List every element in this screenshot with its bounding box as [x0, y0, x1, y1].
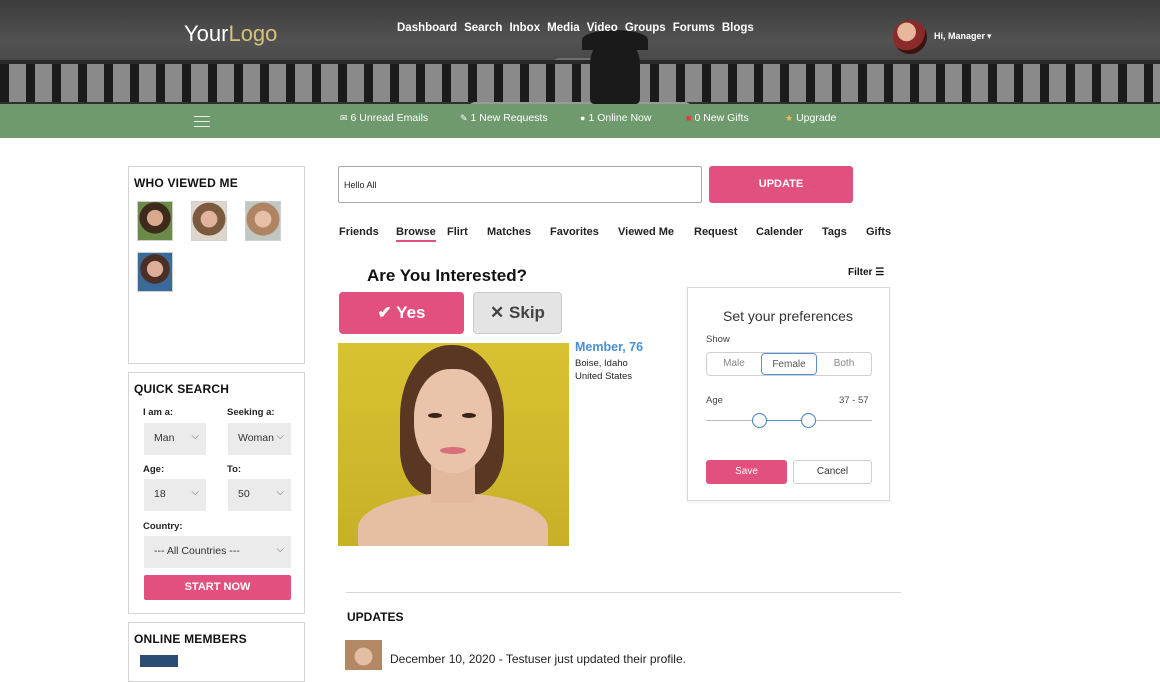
nav-search[interactable]: Search: [464, 22, 502, 34]
chevron-down-icon: ⌵: [276, 431, 284, 442]
list-icon: ☰: [875, 267, 885, 278]
viewer-thumbnail[interactable]: [137, 201, 173, 241]
handshake-icon: ✎: [460, 113, 468, 123]
option-both[interactable]: Both: [817, 353, 871, 375]
option-male[interactable]: Male: [707, 353, 761, 375]
header-banner: YourLogo Dashboard Search Inbox Media Vi…: [0, 0, 1160, 104]
nav-inbox[interactable]: Inbox: [509, 22, 540, 34]
age-min-handle[interactable]: [752, 413, 767, 428]
chevron-down-icon: ⌵: [276, 487, 284, 498]
tab-calender[interactable]: Calender: [756, 226, 803, 238]
site-logo[interactable]: YourLogo: [184, 21, 277, 47]
couple-silhouette-image: [590, 38, 640, 104]
upgrade-icon: ★: [785, 113, 794, 123]
user-menu[interactable]: Hi, Manager ▾: [934, 31, 992, 42]
status-bar: ✉ 6 Unread Emails ✎ 1 New Requests ● 1 Onli…: [0, 104, 1160, 138]
online-members-title: ONLINE MEMBERS: [134, 632, 247, 646]
main-nav: Dashboard Search Inbox Media Video Group…: [397, 22, 754, 34]
close-icon: ✕: [490, 303, 505, 322]
i-am-select[interactable]: Man ⌵: [144, 423, 206, 455]
who-viewed-title: WHO VIEWED ME: [134, 176, 238, 190]
gender-toggle: Male Female Both: [706, 352, 872, 376]
viewer-thumbnail[interactable]: [137, 252, 173, 292]
tab-browse[interactable]: Browse: [396, 226, 436, 242]
update-button[interactable]: UPDATE: [709, 166, 853, 203]
country-select[interactable]: --- All Countries --- ⌵: [144, 536, 291, 568]
nav-video[interactable]: Video: [587, 22, 618, 34]
chevron-down-icon: ⌵: [191, 431, 199, 442]
online-members-panel: ONLINE MEMBERS: [128, 622, 305, 682]
member-city: Boise, Idaho: [575, 358, 628, 369]
tab-favorites[interactable]: Favorites: [550, 226, 599, 238]
tab-friends[interactable]: Friends: [339, 226, 379, 238]
check-icon: ✔: [377, 303, 392, 322]
yes-button[interactable]: ✔ Yes: [339, 292, 464, 334]
member-name-link[interactable]: Member, 76: [575, 340, 643, 354]
quick-search-panel: QUICK SEARCH I am a: Seeking a: Man ⌵ Wom…: [128, 372, 305, 614]
filter-button[interactable]: Filter ☰: [848, 267, 884, 278]
skip-button[interactable]: ✕ Skip: [473, 292, 562, 334]
preferences-title: Set your preferences: [723, 308, 853, 324]
update-user-thumbnail[interactable]: [345, 640, 382, 670]
member-photo[interactable]: [338, 343, 569, 546]
hamburger-menu-icon[interactable]: [194, 116, 210, 127]
start-now-button[interactable]: START NOW: [144, 575, 291, 600]
pier-railing-image: [0, 64, 1160, 102]
tab-viewed-me[interactable]: Viewed Me: [618, 226, 674, 238]
chevron-down-icon: ⌵: [191, 487, 199, 498]
quick-search-title: QUICK SEARCH: [134, 382, 230, 396]
age-to-select[interactable]: 50 ⌵: [228, 479, 291, 511]
cancel-button[interactable]: Cancel: [793, 460, 872, 484]
update-text: December 10, 2020 - Testuser just update…: [390, 652, 686, 666]
nav-groups[interactable]: Groups: [625, 22, 666, 34]
option-female[interactable]: Female: [761, 353, 817, 375]
new-gifts-link[interactable]: ■ 0 New Gifts: [686, 112, 749, 124]
age-range-value: 37 - 57: [839, 395, 869, 406]
viewer-thumbnail[interactable]: [191, 201, 227, 241]
tab-request[interactable]: Request: [694, 226, 737, 238]
save-button[interactable]: Save: [706, 460, 787, 484]
who-viewed-panel: WHO VIEWED ME: [128, 166, 305, 364]
unread-emails-link[interactable]: ✉ 6 Unread Emails: [340, 112, 428, 124]
user-icon: ●: [580, 113, 586, 123]
status-message-input[interactable]: Hello All: [338, 166, 702, 203]
member-country: United States: [575, 371, 633, 382]
age-max-handle[interactable]: [801, 413, 816, 428]
tab-matches[interactable]: Matches: [487, 226, 531, 238]
new-requests-link[interactable]: ✎ 1 New Requests: [460, 112, 548, 124]
envelope-icon: ✉: [340, 113, 348, 123]
nav-dashboard[interactable]: Dashboard: [397, 22, 457, 34]
divider: [346, 592, 901, 593]
preferences-panel: Set your preferences Show Male Female Bo…: [687, 287, 890, 501]
age-from-select[interactable]: 18 ⌵: [144, 479, 206, 511]
chevron-down-icon: ▾: [987, 31, 992, 41]
updates-title: UPDATES: [347, 610, 404, 624]
online-now-link[interactable]: ● 1 Online Now: [580, 112, 651, 124]
online-member-thumbnail[interactable]: [140, 655, 178, 667]
user-avatar[interactable]: [893, 20, 927, 54]
nav-media[interactable]: Media: [547, 22, 580, 34]
tab-gifts[interactable]: Gifts: [866, 226, 891, 238]
tab-flirt[interactable]: Flirt: [447, 226, 468, 238]
interest-question: Are You Interested?: [367, 266, 527, 285]
nav-blogs[interactable]: Blogs: [722, 22, 754, 34]
tab-tags[interactable]: Tags: [822, 226, 847, 238]
seeking-select[interactable]: Woman ⌵: [228, 423, 291, 455]
viewer-thumbnail[interactable]: [245, 201, 281, 241]
gift-icon: ■: [686, 113, 692, 123]
upgrade-link[interactable]: ★ Upgrade: [785, 112, 836, 124]
chevron-down-icon: ⌵: [276, 544, 284, 555]
nav-forums[interactable]: Forums: [673, 22, 715, 34]
